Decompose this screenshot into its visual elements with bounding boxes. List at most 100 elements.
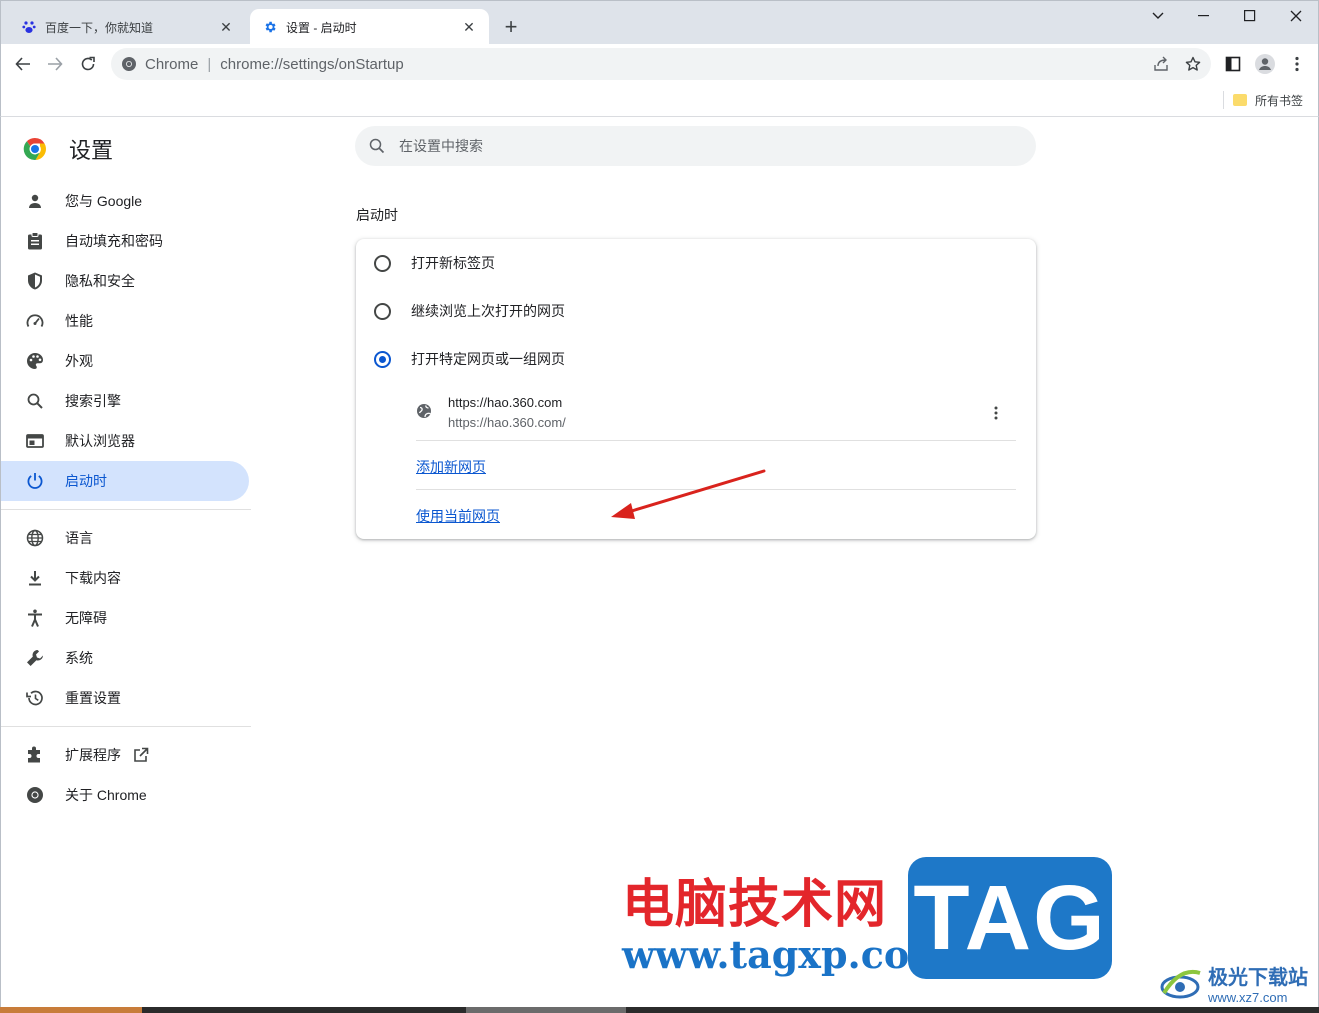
sidebar-item-label: 启动时: [65, 473, 107, 489]
chrome-logo-icon: [25, 785, 45, 805]
radio-continue-where-left-off[interactable]: 继续浏览上次打开的网页: [374, 299, 565, 323]
sidebar-item-you-and-google[interactable]: 您与 Google: [1, 181, 249, 221]
watermark-url-text: www.tagxp.com: [622, 932, 950, 977]
tab-search-chevron-icon[interactable]: [1138, 5, 1178, 27]
site-name: https://hao.360.com: [448, 395, 563, 410]
search-icon: [369, 138, 385, 154]
sidebar-item-autofill[interactable]: 自动填充和密码: [1, 221, 249, 261]
sidebar-item-extensions[interactable]: 扩展程序: [1, 735, 249, 775]
annotation-arrow: [611, 469, 766, 519]
all-bookmarks-button[interactable]: 所有书签: [1233, 90, 1303, 110]
person-icon: [25, 191, 45, 211]
forward-arrow-icon[interactable]: [43, 52, 67, 76]
radio-label: 打开特定网页或一组网页: [411, 351, 565, 367]
sidebar-item-label: 搜索引擎: [65, 393, 121, 409]
external-link-icon: [133, 747, 149, 763]
radio-label: 继续浏览上次打开的网页: [411, 303, 565, 319]
settings-header: 设置: [23, 133, 113, 165]
new-tab-button[interactable]: +: [497, 15, 525, 41]
sidebar-item-label: 扩展程序: [65, 747, 121, 763]
jiguang-logo-icon: [1160, 970, 1201, 999]
sidebar-item-label: 您与 Google: [65, 193, 143, 209]
more-actions-icon[interactable]: [988, 403, 1004, 423]
gear-icon: [262, 19, 278, 35]
settings-title: 设置: [69, 138, 114, 163]
address-separator: |: [207, 55, 212, 73]
radio-button-checked[interactable]: [374, 350, 391, 368]
tab-baidu[interactable]: 百度一下，你就知道 ✕: [9, 9, 246, 45]
watermark-cn-text: 电脑技术网: [622, 875, 888, 935]
settings-search-box[interactable]: [355, 126, 1036, 166]
sidebar-item-performance[interactable]: 性能: [1, 301, 249, 341]
radio-open-specific-pages[interactable]: 打开特定网页或一组网页: [374, 347, 565, 371]
back-arrow-icon[interactable]: [11, 52, 35, 76]
puzzle-icon: [25, 745, 45, 765]
power-icon: [25, 471, 45, 491]
settings-search-input[interactable]: [399, 138, 999, 154]
more-menu-icon[interactable]: [1285, 52, 1309, 76]
side-panel-icon[interactable]: [1221, 52, 1245, 76]
sidebar-divider: [1, 509, 251, 510]
sidebar-item-privacy[interactable]: 隐私和安全: [1, 261, 249, 301]
sidebar-item-label: 隐私和安全: [65, 273, 135, 289]
palette-icon: [25, 351, 45, 371]
sidebar-item-reset[interactable]: 重置设置: [1, 678, 249, 718]
chrome-logo-icon: [121, 56, 137, 72]
use-current-pages-link[interactable]: 使用当前网页: [416, 506, 500, 526]
sidebar-item-search-engine[interactable]: 搜索引擎: [1, 381, 249, 421]
folder-icon: [1233, 94, 1247, 106]
section-title: 启动时: [356, 207, 398, 223]
taskbar-strip: [0, 1007, 1319, 1013]
radio-button[interactable]: [374, 254, 391, 272]
settings-sidebar: 您与 Google 自动填充和密码 隐私和安全 性能 外观 搜索引擎 默认浏览器: [1, 181, 251, 815]
minimize-icon[interactable]: [1184, 5, 1224, 27]
sidebar-item-label: 下载内容: [65, 570, 121, 586]
sidebar-item-system[interactable]: 系统: [1, 638, 249, 678]
globe-icon: [416, 403, 432, 419]
radio-button[interactable]: [374, 302, 391, 320]
close-tab-icon[interactable]: ✕: [218, 19, 234, 35]
download-icon: [25, 568, 45, 588]
watermark-tag-logo: TAG: [908, 857, 1112, 979]
bookmark-star-icon[interactable]: [1181, 52, 1205, 76]
maximize-icon[interactable]: [1230, 5, 1270, 27]
sidebar-item-about-chrome[interactable]: 关于 Chrome: [1, 775, 249, 815]
radio-open-new-tab[interactable]: 打开新标签页: [374, 251, 495, 275]
shield-icon: [25, 271, 45, 291]
add-new-page-link[interactable]: 添加新网页: [416, 457, 486, 477]
startup-site-entry: https://hao.360.com https://hao.360.com/: [416, 389, 1016, 441]
taskbar-segment: [466, 1007, 626, 1013]
address-bar[interactable]: Chrome | chrome://settings/onStartup: [111, 48, 1211, 80]
sidebar-item-accessibility[interactable]: 无障碍: [1, 598, 249, 638]
all-bookmarks-label: 所有书签: [1255, 93, 1304, 108]
profile-avatar-icon[interactable]: [1253, 52, 1277, 76]
sidebar-item-label: 系统: [65, 650, 93, 666]
sidebar-item-label: 外观: [65, 353, 93, 369]
browser-window-icon: [25, 431, 45, 451]
close-window-icon[interactable]: [1276, 5, 1316, 27]
radio-label: 打开新标签页: [411, 255, 495, 271]
reload-icon[interactable]: [76, 52, 100, 76]
bookmarks-divider: [1223, 91, 1224, 109]
share-icon[interactable]: [1149, 52, 1173, 76]
url-text: chrome://settings/onStartup: [220, 55, 404, 73]
sidebar-item-on-startup[interactable]: 启动时: [1, 461, 249, 501]
globe-icon: [25, 528, 45, 548]
tab-settings[interactable]: 设置 - 启动时 ✕: [250, 9, 489, 45]
tab-title: 设置 - 启动时: [286, 20, 357, 35]
sidebar-item-downloads[interactable]: 下载内容: [1, 558, 249, 598]
watermark-jiguang-url: www.xz7.com: [1208, 990, 1288, 1005]
baidu-paw-icon: [21, 19, 37, 35]
sidebar-item-default-browser[interactable]: 默认浏览器: [1, 421, 249, 461]
close-tab-icon[interactable]: ✕: [461, 19, 477, 35]
sidebar-item-label: 重置设置: [65, 690, 121, 706]
history-icon: [25, 688, 45, 708]
sidebar-item-label: 性能: [65, 313, 93, 329]
speedometer-icon: [25, 311, 45, 331]
sidebar-item-appearance[interactable]: 外观: [1, 341, 249, 381]
toolbar: Chrome | chrome://settings/onStartup: [0, 44, 1319, 84]
sidebar-item-languages[interactable]: 语言: [1, 518, 249, 558]
site-url: https://hao.360.com/: [448, 415, 566, 430]
sidebar-item-label: 自动填充和密码: [65, 233, 163, 249]
search-icon: [25, 391, 45, 411]
